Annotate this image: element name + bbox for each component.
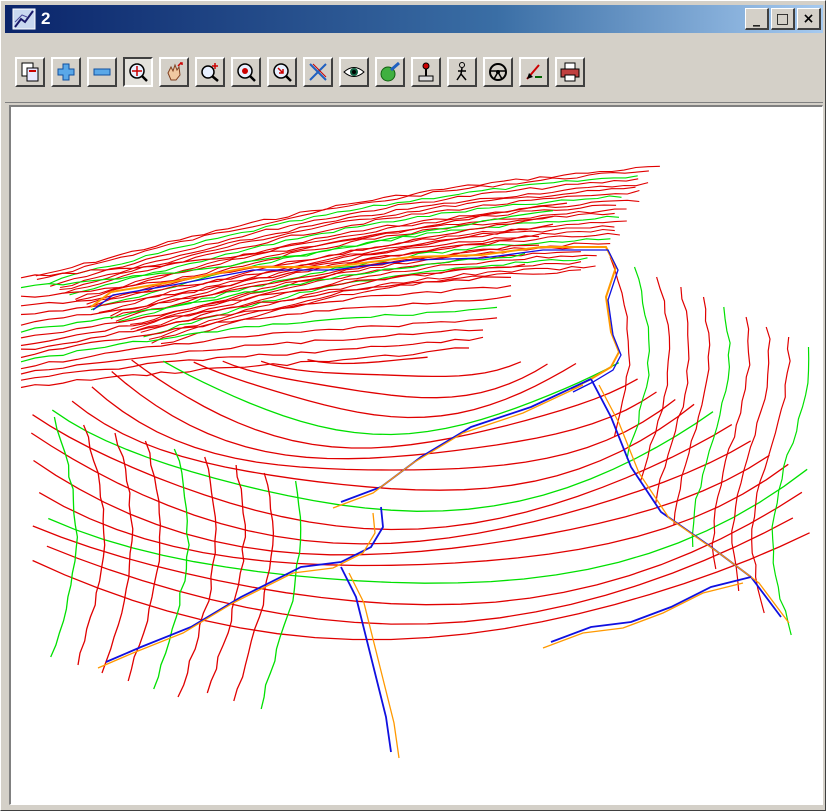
zoom-plus-button[interactable]: [195, 57, 225, 87]
contour-line: [20, 317, 498, 370]
magnify-target-icon: [237, 63, 256, 82]
contour-line: [20, 276, 512, 347]
contour-line: [751, 336, 791, 614]
drive-button[interactable]: [483, 57, 513, 87]
title-bar[interactable]: 2 _ □ ×: [5, 5, 823, 33]
walk-button[interactable]: [447, 57, 477, 87]
render-button[interactable]: [375, 57, 405, 87]
zoom-window-button[interactable]: [123, 57, 153, 87]
drainage-stream-line: [340, 378, 592, 503]
clip-button[interactable]: [303, 57, 333, 87]
zoom-out-minus-button[interactable]: [87, 57, 117, 87]
catchment-boundary-line: [598, 384, 790, 624]
close-button[interactable]: ×: [797, 8, 821, 30]
maximize-button[interactable]: □: [771, 8, 795, 30]
magnify-plus-icon: [201, 63, 219, 82]
zoom-previous-button[interactable]: [267, 57, 297, 87]
copy-view-button[interactable]: [15, 57, 45, 87]
eye-icon: [343, 67, 365, 77]
toolbar: [5, 35, 823, 103]
view-eye-button[interactable]: [339, 57, 369, 87]
pan-button[interactable]: [159, 57, 189, 87]
zoom-window-icon: [129, 63, 148, 82]
fly-button[interactable]: [519, 57, 549, 87]
joystick-icon: [418, 62, 434, 82]
contour-line: [640, 276, 671, 482]
copy-icon: [21, 62, 39, 82]
pen-arrow-icon: [526, 64, 542, 80]
line-drawing-icon: [11, 7, 37, 31]
magnify-arrow-icon: [273, 63, 292, 82]
close-icon: ×: [802, 10, 815, 27]
contour-line: [260, 360, 522, 378]
zoom-fit-button[interactable]: [231, 57, 261, 87]
contour-line: [307, 356, 428, 365]
printer-icon: [560, 62, 580, 82]
minimize-icon: _: [753, 10, 760, 27]
contour-line: [260, 480, 302, 710]
globe-pen-icon: [380, 61, 400, 82]
window-title: 2: [41, 9, 51, 28]
plot-button[interactable]: [555, 57, 585, 87]
maximize-icon: □: [775, 10, 790, 27]
minimize-button[interactable]: _: [745, 8, 769, 30]
contour-line: [691, 306, 731, 548]
minus-icon: [93, 68, 111, 76]
view-window: 2 _ □ ×: [0, 0, 826, 811]
contour-line: [222, 360, 548, 399]
steering-wheel-icon: [489, 63, 507, 81]
drawing-canvas[interactable]: [9, 105, 823, 805]
drainage-stream-line: [340, 566, 392, 753]
hand-icon: [167, 62, 183, 81]
zoom-in-plus-button[interactable]: [51, 57, 81, 87]
contour-line: [711, 316, 751, 570]
contour-line: [626, 266, 651, 460]
plus-icon: [57, 63, 75, 81]
contour-line: [71, 400, 695, 491]
terrain-contour-drawing: [20, 165, 810, 759]
contour-line: [38, 463, 789, 567]
contour-line: [32, 491, 803, 606]
contour-line: [153, 448, 190, 690]
joystick-button[interactable]: [411, 57, 441, 87]
walker-icon: [456, 62, 467, 81]
cross-lines-icon: [309, 63, 327, 81]
drainage-stream-line: [550, 576, 752, 643]
